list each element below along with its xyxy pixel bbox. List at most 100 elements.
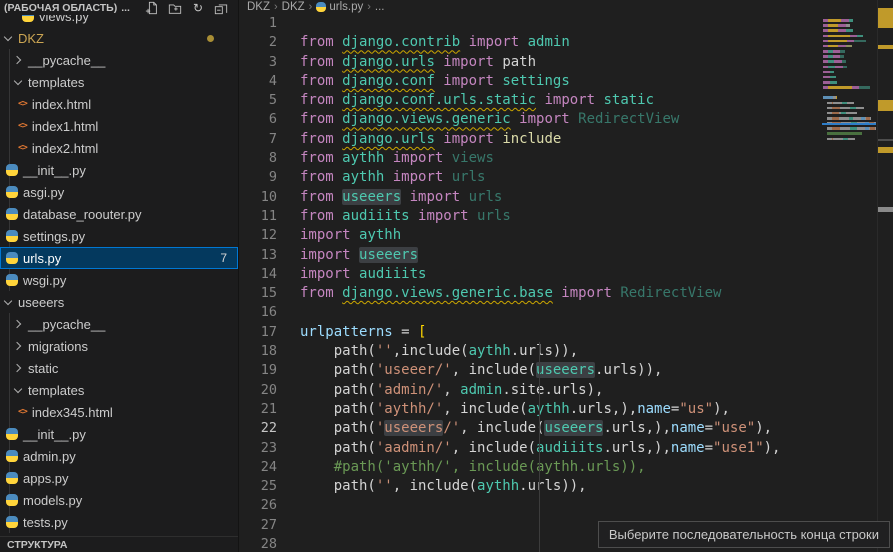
tree-item-label: index2.html (32, 141, 98, 156)
tree-item-index1-html[interactable]: <>index1.html (0, 115, 238, 137)
tree-item--init-py[interactable]: __init__.py (0, 159, 238, 181)
tree-item-index2-html[interactable]: <>index2.html (0, 137, 238, 159)
tree-item-templates[interactable]: templates (0, 379, 238, 401)
tree-item-templates[interactable]: templates (0, 71, 238, 93)
tree-item-index345-html[interactable]: <>index345.html (0, 401, 238, 423)
collapse-all-icon[interactable] (214, 1, 228, 15)
tree-item-wsgi-py[interactable]: wsgi.py (0, 269, 238, 291)
tree-item-label: settings.py (23, 229, 85, 244)
chevron-right-icon[interactable] (13, 319, 23, 329)
tree-item-apps-py[interactable]: apps.py (0, 467, 238, 489)
code-line-4[interactable]: 4from django.conf import settings (239, 72, 819, 91)
code-token: from (300, 34, 342, 50)
tree-item--pycache-[interactable]: __pycache__ (0, 313, 238, 335)
explorer-section-title: (РАБОЧАЯ ОБЛАСТЬ) (4, 2, 117, 14)
code-line-11[interactable]: 11from audiiits import urls (239, 207, 819, 226)
breadcrumb-item[interactable]: ... (375, 1, 385, 13)
code-line-6[interactable]: 6from django.views.generic import Redire… (239, 110, 819, 129)
breadcrumb-item[interactable]: urls.py (329, 1, 363, 13)
chevron-down-icon[interactable] (13, 77, 23, 87)
code-line-2[interactable]: 2from django.contrib import admin (239, 33, 819, 52)
new-file-icon[interactable] (145, 1, 159, 15)
tree-item-asgi-py[interactable]: asgi.py (0, 181, 238, 203)
breadcrumb-item[interactable]: DKZ (282, 1, 305, 13)
chevron-down-icon[interactable] (3, 33, 13, 43)
code-line-text: from aythh import urls (300, 169, 485, 185)
python-icon (6, 274, 18, 286)
code-line-17[interactable]: 17urlpatterns = [ (239, 323, 819, 342)
chevron-right-icon[interactable] (13, 55, 23, 65)
tree-item-index-html[interactable]: <>index.html (0, 93, 238, 115)
code-line-9[interactable]: 9from aythh import urls (239, 168, 819, 187)
code-line-13[interactable]: 13import useeers (239, 246, 819, 265)
code-line-12[interactable]: 12import aythh (239, 226, 819, 245)
code-line-15[interactable]: 15from django.views.generic.base import … (239, 284, 819, 303)
line-number: 22 (239, 419, 277, 438)
overview-ruler[interactable] (878, 0, 893, 552)
code-line-19[interactable]: 19 path('useeer/', include(useeers.urls)… (239, 361, 819, 380)
code-token: "us" (679, 401, 713, 417)
line-number: 13 (239, 246, 277, 265)
tree-item-migrations[interactable]: migrations (0, 335, 238, 357)
code-line-16[interactable]: 16 (239, 303, 819, 322)
code-line-10[interactable]: 10from useeers import urls (239, 188, 819, 207)
code-token: = (705, 420, 713, 436)
code-line-7[interactable]: 7from django.urls import include (239, 130, 819, 149)
tree-item-DKZ[interactable]: DKZ (0, 27, 238, 49)
code-line-25[interactable]: 25 path('', include(aythh.urls)), (239, 477, 819, 496)
chevron-right-icon[interactable] (13, 341, 23, 351)
refresh-icon[interactable]: ↻ (191, 1, 205, 15)
code-line-text: path('useeer/', include(useeers.urls)), (300, 362, 662, 378)
minimap-line (823, 86, 876, 89)
code-line-22[interactable]: 22 path('useeers/', include(useeers.urls… (239, 419, 819, 438)
minimap-line (823, 29, 876, 32)
code-token: settings (502, 73, 569, 89)
tree-item-useeers[interactable]: useeers (0, 291, 238, 313)
tree-item-tests-py[interactable]: tests.py (0, 511, 238, 533)
code-line-3[interactable]: 3from django.urls import path (239, 53, 819, 72)
code-line-text: from useeers import urls (300, 189, 502, 205)
explorer-section-header[interactable]: (РАБОЧАЯ ОБЛАСТЬ) ... ↻ (0, 0, 238, 15)
tree-item-database-roouter-py[interactable]: database_roouter.py (0, 203, 238, 225)
minimap[interactable] (822, 0, 876, 552)
tree-item-settings-py[interactable]: settings.py (0, 225, 238, 247)
tree-item-label: DKZ (18, 31, 44, 46)
tree-item-label: templates (28, 383, 84, 398)
code-line-23[interactable]: 23 path('aadmin/', include(audiiits.urls… (239, 439, 819, 458)
code-token: path( (300, 420, 376, 436)
chevron-down-icon[interactable] (13, 385, 23, 395)
tree-item-admin-py[interactable]: admin.py (0, 445, 238, 467)
code-line-5[interactable]: 5from django.conf.urls.static import sta… (239, 91, 819, 110)
minimap-line (823, 71, 876, 74)
code-line-8[interactable]: 8from aythh import views (239, 149, 819, 168)
chevron-right-icon[interactable] (13, 363, 23, 373)
code-line-20[interactable]: 20 path('admin/', admin.site.urls), (239, 381, 819, 400)
chevron-down-icon[interactable] (3, 297, 13, 307)
tree-item-models-py[interactable]: models.py (0, 489, 238, 511)
minimap-line (823, 81, 876, 84)
tree-item--pycache-[interactable]: __pycache__ (0, 49, 238, 71)
breadcrumb-item[interactable]: DKZ (247, 1, 270, 13)
code-editor[interactable]: 12from django.contrib import admin3from … (239, 14, 819, 552)
tree-item--init-py[interactable]: __init__.py (0, 423, 238, 445)
code-token: path( (300, 440, 376, 456)
code-token: urls (477, 208, 511, 224)
python-icon (6, 230, 18, 242)
code-line-26[interactable]: 26 (239, 496, 819, 515)
more-actions-icon[interactable]: ... (121, 2, 130, 14)
code-token: '' (376, 343, 393, 359)
outline-section-header[interactable]: СТРУКТУРА (0, 536, 238, 552)
code-line-21[interactable]: 21 path('aythh/', include(aythh.urls,),n… (239, 400, 819, 419)
new-folder-icon[interactable] (168, 1, 182, 15)
code-line-1[interactable]: 1 (239, 14, 819, 33)
tree-item-static[interactable]: static (0, 357, 238, 379)
ruler-marker (878, 147, 893, 153)
tree-item-label: admin.py (23, 449, 76, 464)
code-line-14[interactable]: 14import audiiits (239, 265, 819, 284)
file-tree: views.pyDKZ__pycache__templates<>index.h… (0, 0, 238, 536)
line-number: 19 (239, 361, 277, 380)
code-line-24[interactable]: 24 #path('aythh/', include(aythh.urls)), (239, 458, 819, 477)
ruler-marker (878, 100, 893, 111)
tree-item-urls-py[interactable]: urls.py7 (0, 247, 238, 269)
code-line-18[interactable]: 18 path('',include(aythh.urls)), (239, 342, 819, 361)
